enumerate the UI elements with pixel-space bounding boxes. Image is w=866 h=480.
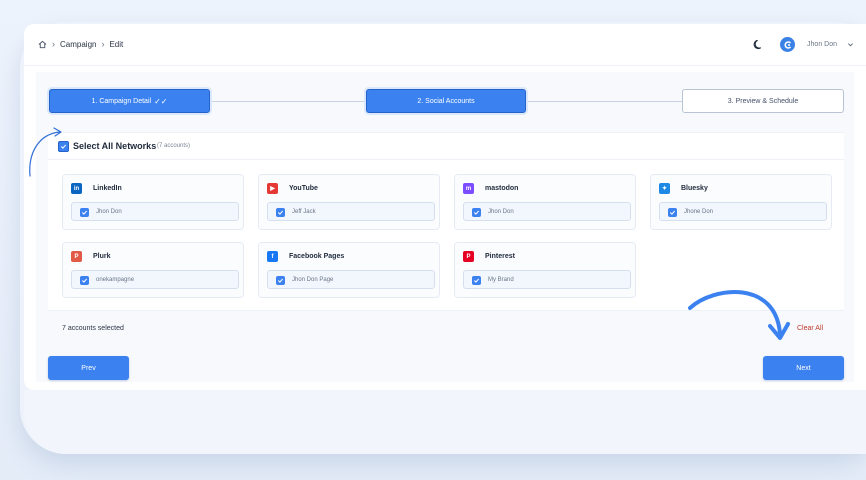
check-icon — [473, 210, 480, 215]
breadcrumb-separator: › — [101, 39, 105, 49]
clear-all-button[interactable]: Clear All — [797, 325, 823, 332]
network-card-mastodon: m mastodon Jhon Don — [454, 174, 636, 230]
chevron-down-icon[interactable] — [847, 41, 854, 48]
pinterest-icon: P — [463, 251, 474, 262]
header-actions: Jhon Don — [753, 37, 854, 52]
network-card-bluesky: ✦ Bluesky Jhone Don — [650, 174, 832, 230]
account-row[interactable]: Jhon Don Page — [267, 270, 435, 289]
plurk-icon: P — [71, 251, 82, 262]
stepper-connector — [526, 101, 682, 102]
account-row[interactable]: Jhon Don — [71, 202, 239, 221]
breadcrumb: › Campaign › Edit — [38, 39, 123, 49]
linkedin-icon: in — [71, 183, 82, 194]
youtube-icon: ▶ — [267, 183, 278, 194]
account-name: My Brand — [488, 277, 514, 283]
account-name: Jhon Don — [96, 209, 122, 215]
account-row[interactable]: Jhone Don — [659, 202, 827, 221]
breadcrumb-item-campaign[interactable]: Campaign — [60, 40, 96, 49]
network-card-youtube: ▶ YouTube Jeff Jack — [258, 174, 440, 230]
account-row[interactable]: Jhon Don — [463, 202, 631, 221]
step-label: 1. Campaign Detail — [91, 97, 152, 105]
network-card-plurk: P Plurk onekampagne — [62, 242, 244, 298]
next-button[interactable]: Next — [763, 356, 844, 380]
user-name[interactable]: Jhon Don — [807, 41, 837, 48]
brand-mark-icon — [784, 40, 791, 49]
moon-icon[interactable] — [753, 39, 764, 50]
home-icon[interactable] — [38, 40, 47, 49]
network-name: Plurk — [93, 253, 111, 260]
account-name: onekampagne — [96, 277, 135, 283]
check-icon — [669, 210, 676, 215]
network-card-pinterest: P Pinterest My Brand — [454, 242, 636, 298]
account-checkbox[interactable] — [276, 276, 285, 285]
account-name: Jhone Don — [684, 209, 714, 215]
account-checkbox[interactable] — [472, 208, 481, 217]
account-checkbox[interactable] — [80, 208, 89, 217]
check-icon — [81, 278, 88, 283]
check-icon — [277, 210, 284, 215]
step-preview-schedule[interactable]: 3. Preview & Schedule — [682, 89, 844, 113]
prev-button[interactable]: Prev — [48, 356, 129, 380]
step-label: 2. Social Accounts — [417, 97, 475, 105]
check-icon — [473, 278, 480, 283]
network-name: YouTube — [289, 185, 318, 192]
breadcrumb-item-edit: Edit — [109, 39, 124, 49]
top-bar: › Campaign › Edit Jhon Don — [24, 24, 866, 66]
step-social-accounts[interactable]: 2. Social Accounts — [366, 89, 526, 113]
account-name: Jhon Don Page — [292, 277, 334, 283]
check-icon — [277, 278, 284, 283]
stepper-connector — [210, 101, 366, 102]
step-label: 3. Preview & Schedule — [727, 97, 799, 105]
brand-logo-icon[interactable] — [780, 37, 796, 52]
network-name: Pinterest — [485, 253, 515, 260]
network-name: LinkedIn — [93, 185, 122, 192]
selection-footer — [48, 310, 844, 346]
check-icon — [60, 144, 67, 149]
accounts-count: (7 accounts) — [157, 143, 191, 149]
bluesky-icon: ✦ — [659, 183, 670, 194]
check-icon — [81, 210, 88, 215]
account-row[interactable]: onekampagne — [71, 270, 239, 289]
select-all-label[interactable]: Select All Networks — [73, 141, 156, 151]
facebook-icon: f — [267, 251, 278, 262]
network-name: Facebook Pages — [289, 253, 345, 260]
double-check-icon: ✓✓ — [154, 96, 168, 106]
network-name: Bluesky — [681, 185, 708, 192]
selected-count: 7 accounts selected — [62, 325, 124, 332]
network-card-facebook-pages: f Facebook Pages Jhon Don Page — [258, 242, 440, 298]
window-bottom-panel — [24, 390, 866, 454]
select-all-checkbox[interactable] — [58, 141, 69, 152]
account-row[interactable]: Jeff Jack — [267, 202, 435, 221]
breadcrumb-separator: › — [52, 39, 55, 49]
network-name: mastodon — [485, 185, 519, 192]
network-card-linkedin: in LinkedIn Jhon Don — [62, 174, 244, 230]
account-checkbox[interactable] — [80, 276, 89, 285]
account-checkbox[interactable] — [668, 208, 677, 217]
account-checkbox[interactable] — [276, 208, 285, 217]
mastodon-icon: m — [463, 183, 474, 194]
account-name: Jhon Don — [488, 209, 514, 215]
step-campaign-detail[interactable]: 1. Campaign Detail ✓✓ — [49, 89, 210, 113]
account-row[interactable]: My Brand — [463, 270, 631, 289]
account-checkbox[interactable] — [472, 276, 481, 285]
account-name: Jeff Jack — [292, 209, 316, 215]
